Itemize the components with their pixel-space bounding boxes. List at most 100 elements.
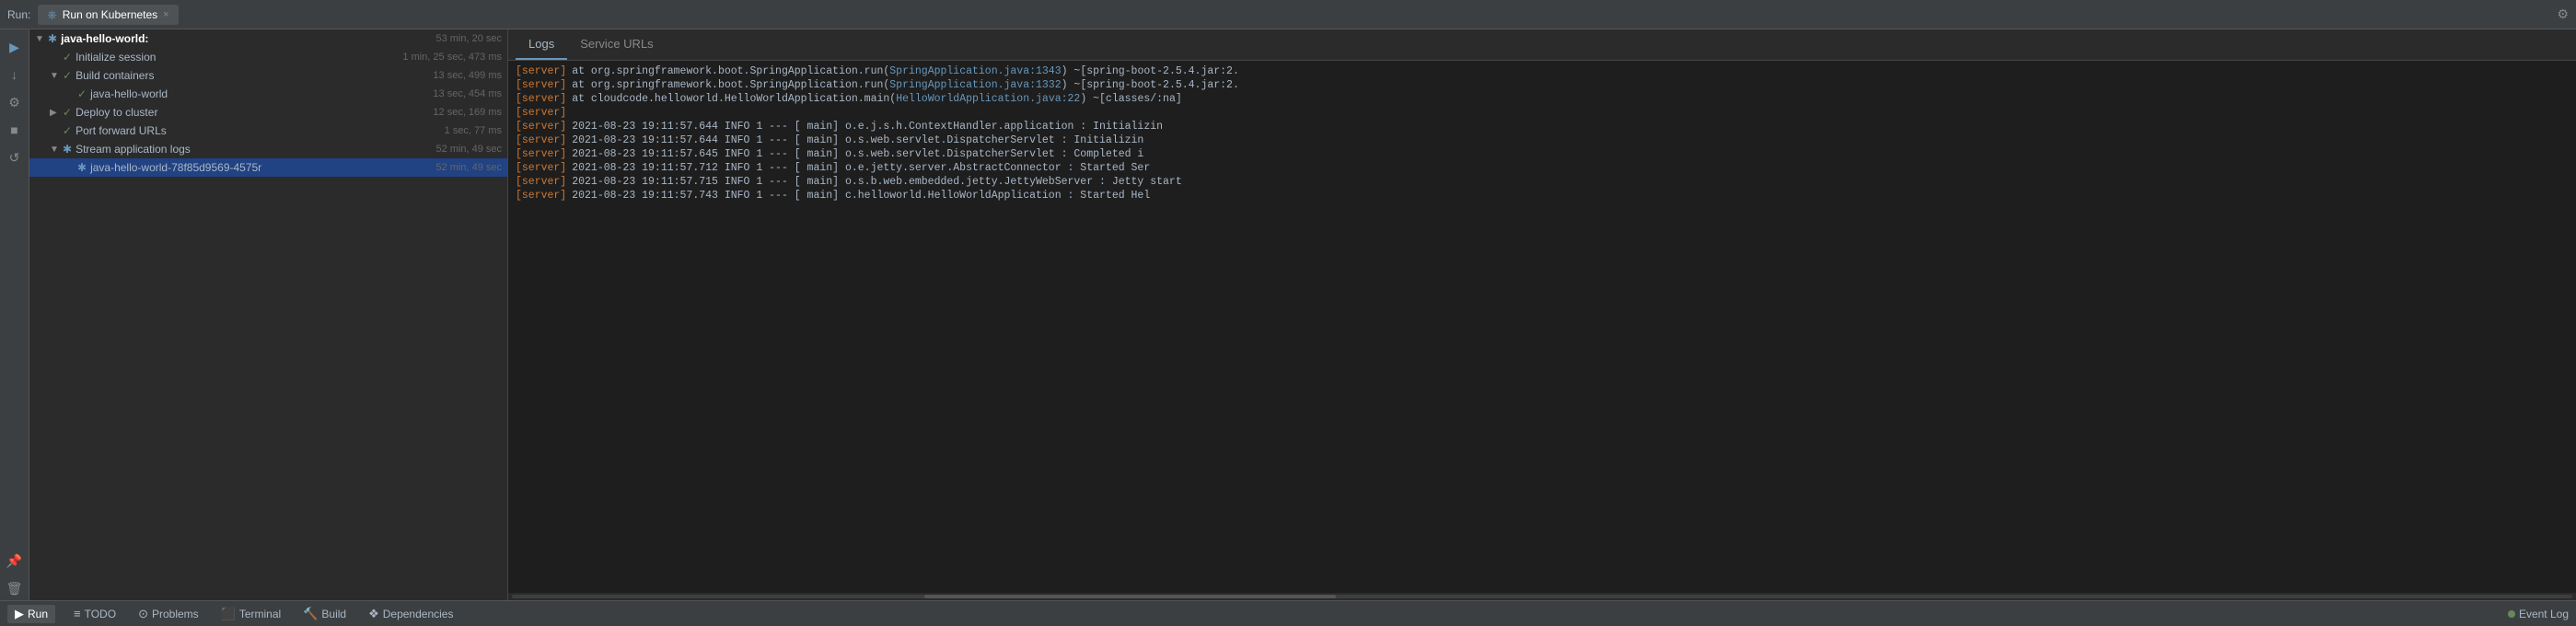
main-container: ▶ ↓ ⚙ ■ ↺ 📌 🗑 ▼✱java-hello-world:53 min,… — [0, 29, 2576, 600]
tree-status-icon: ✱ — [63, 143, 72, 156]
todo-button[interactable]: ≡ TODO — [70, 605, 120, 622]
log-line: [server]2021-08-23 19:11:57.715 INFO 1 -… — [508, 175, 2576, 189]
tree-item[interactable]: ✓Initialize session1 min, 25 sec, 473 ms — [29, 48, 507, 66]
log-line: [server] 2021-08-23 19:11:57.644 INFO 1 -… — [508, 120, 2576, 133]
tree-item-time: 53 min, 20 sec — [426, 33, 502, 44]
run-tab[interactable]: ⎈ Run on Kubernetes × — [38, 5, 178, 25]
log-content: 2021-08-23 19:11:57.743 INFO 1 --- [ mai… — [572, 190, 1150, 202]
build-label: Build — [321, 608, 346, 620]
tree-expand-icon[interactable]: ▼ — [35, 34, 48, 44]
tree-status-icon: ✱ — [77, 161, 87, 174]
dependencies-label: Dependencies — [383, 608, 454, 620]
log-server-tag: [server] — [516, 107, 566, 119]
build-button[interactable]: 🔨 Build — [299, 605, 350, 623]
tab-logs[interactable]: Logs — [516, 29, 567, 60]
log-line: [server] at org.springframework.boot.Spr… — [508, 64, 2576, 78]
problems-label: Problems — [152, 608, 199, 620]
problems-button[interactable]: ⊙ Problems — [134, 605, 203, 623]
tree-expand-icon[interactable]: ▼ — [50, 145, 63, 155]
tree-item-name: Initialize session — [75, 51, 393, 64]
tree-item[interactable]: ▼✱Stream application logs52 min, 49 sec — [29, 140, 507, 158]
bottom-toolbar: ▶ Run ≡ TODO ⊙ Problems ⬛ Terminal 🔨 Bui… — [0, 600, 2576, 626]
tree-item-name: java-hello-world: — [61, 32, 426, 45]
log-link[interactable]: SpringApplication.java:1332 — [889, 79, 1061, 91]
log-server-tag: [server] — [516, 93, 566, 105]
log-scrollbar-track[interactable] — [512, 595, 2572, 598]
event-log-button[interactable]: Event Log — [2508, 608, 2569, 620]
todo-label: TODO — [85, 608, 116, 620]
log-server-tag: [server] — [516, 134, 566, 146]
terminal-label: Terminal — [239, 608, 281, 620]
tree-panel: ▼✱java-hello-world:53 min, 20 sec✓Initia… — [29, 29, 508, 600]
settings-icon[interactable]: ⚙ — [2557, 6, 2569, 22]
scroll-down-button[interactable]: ↓ — [3, 63, 27, 87]
close-tab-button[interactable]: × — [163, 9, 168, 20]
run-bottom-label: Run — [28, 608, 48, 620]
log-line: [server] 2021-08-23 19:11:57.645 INFO 1 -… — [508, 147, 2576, 161]
tree-item-time: 1 min, 25 sec, 473 ms — [393, 52, 502, 63]
log-server-tag: [server] — [516, 176, 566, 188]
side-toolbar: ▶ ↓ ⚙ ■ ↺ 📌 🗑 — [0, 29, 29, 600]
run-label: Run: — [7, 8, 30, 21]
log-line: [server] — [508, 106, 2576, 120]
title-bar: Run: ⎈ Run on Kubernetes × ⚙ — [0, 0, 2576, 29]
log-line: [server]2021-08-23 19:11:57.712 INFO 1 -… — [508, 161, 2576, 175]
tree-item-name: java-hello-world-78f85d9569-4575r — [90, 161, 426, 174]
event-log-label: Event Log — [2519, 608, 2569, 620]
right-panel: Logs Service URLs [server] at org.spring… — [508, 29, 2576, 600]
log-content: at cloudcode.helloworld.HelloWorldApplic… — [572, 93, 1182, 105]
log-content: at org.springframework.boot.SpringApplic… — [572, 65, 1239, 77]
rerun-button[interactable]: ↺ — [3, 145, 27, 169]
terminal-button[interactable]: ⬛ Terminal — [217, 605, 285, 623]
tree-item[interactable]: ✓java-hello-world13 sec, 454 ms — [29, 85, 507, 103]
log-server-tag: [server] — [516, 79, 566, 91]
log-server-tag: [server] — [516, 148, 566, 160]
log-line: [server] at org.springframework.boot.Spr… — [508, 78, 2576, 92]
tree-status-icon: ✓ — [63, 124, 72, 137]
tree-item[interactable]: ✱java-hello-world-78f85d9569-4575r52 min… — [29, 158, 507, 177]
tab-service-urls[interactable]: Service URLs — [567, 29, 666, 60]
tree-item-name: Stream application logs — [75, 143, 426, 156]
log-content: at org.springframework.boot.SpringApplic… — [572, 79, 1239, 91]
log-line: [server] 2021-08-23 19:11:57.644 INFO 1 -… — [508, 133, 2576, 147]
log-content: 2021-08-23 19:11:57.645 INFO 1 --- [ mai… — [572, 148, 1143, 160]
tree-item-time: 52 min, 49 sec — [426, 162, 502, 173]
tree-item[interactable]: ▼✱ java-hello-world:53 min, 20 sec — [29, 29, 507, 48]
tree-expand-icon[interactable]: ▼ — [50, 71, 63, 81]
log-line: [server] 2021-08-23 19:11:57.743 INFO 1 -… — [508, 189, 2576, 203]
tree-status-icon: ✓ — [77, 87, 87, 100]
log-scrollbar-area — [508, 593, 2576, 600]
pin-button[interactable]: 📌 — [3, 549, 27, 573]
terminal-icon: ⬛ — [221, 607, 236, 621]
tree-item[interactable]: ▶✓Deploy to cluster12 sec, 169 ms — [29, 103, 507, 122]
log-link[interactable]: SpringApplication.java:1343 — [889, 65, 1061, 77]
delete-button[interactable]: 🗑 — [3, 576, 27, 600]
run-bottom-button[interactable]: ▶ Run — [7, 605, 55, 623]
tree-item-time: 13 sec, 454 ms — [424, 88, 502, 99]
tree-item-time: 13 sec, 499 ms — [424, 70, 502, 81]
log-content: 2021-08-23 19:11:57.712 INFO 1 --- [ mai… — [572, 162, 1150, 174]
tree-status-icon: ✓ — [63, 106, 72, 119]
log-link[interactable]: HelloWorldApplication.java:22 — [896, 93, 1080, 105]
tree-expand-icon[interactable]: ▶ — [50, 108, 63, 118]
tree-item[interactable]: ✓Port forward URLs1 sec, 77 ms — [29, 122, 507, 140]
dependencies-button[interactable]: ❖ Dependencies — [365, 605, 457, 623]
log-content: 2021-08-23 19:11:57.644 INFO 1 --- [ mai… — [572, 121, 1163, 133]
log-server-tag: [server] — [516, 190, 566, 202]
log-scrollbar-thumb[interactable] — [924, 595, 1337, 598]
problems-icon: ⊙ — [138, 607, 148, 621]
run-button[interactable]: ▶ — [3, 35, 27, 59]
tree-item[interactable]: ▼✓Build containers13 sec, 499 ms — [29, 66, 507, 85]
log-server-tag: [server] — [516, 121, 566, 133]
log-content: 2021-08-23 19:11:57.644 INFO 1 --- [ mai… — [572, 134, 1143, 146]
settings-button[interactable]: ⚙ — [3, 90, 27, 114]
tree-item-name: Deploy to cluster — [75, 106, 424, 119]
event-log-dot — [2508, 610, 2515, 618]
log-output[interactable]: [server] at org.springframework.boot.Spr… — [508, 61, 2576, 593]
stop-button[interactable]: ■ — [3, 118, 27, 142]
tree-item-time: 52 min, 49 sec — [426, 144, 502, 155]
tree-status-icon: ✓ — [63, 51, 72, 64]
tree-status-icon: ✱ — [48, 32, 57, 45]
run-bottom-icon: ▶ — [15, 607, 24, 621]
build-icon: 🔨 — [303, 607, 318, 621]
